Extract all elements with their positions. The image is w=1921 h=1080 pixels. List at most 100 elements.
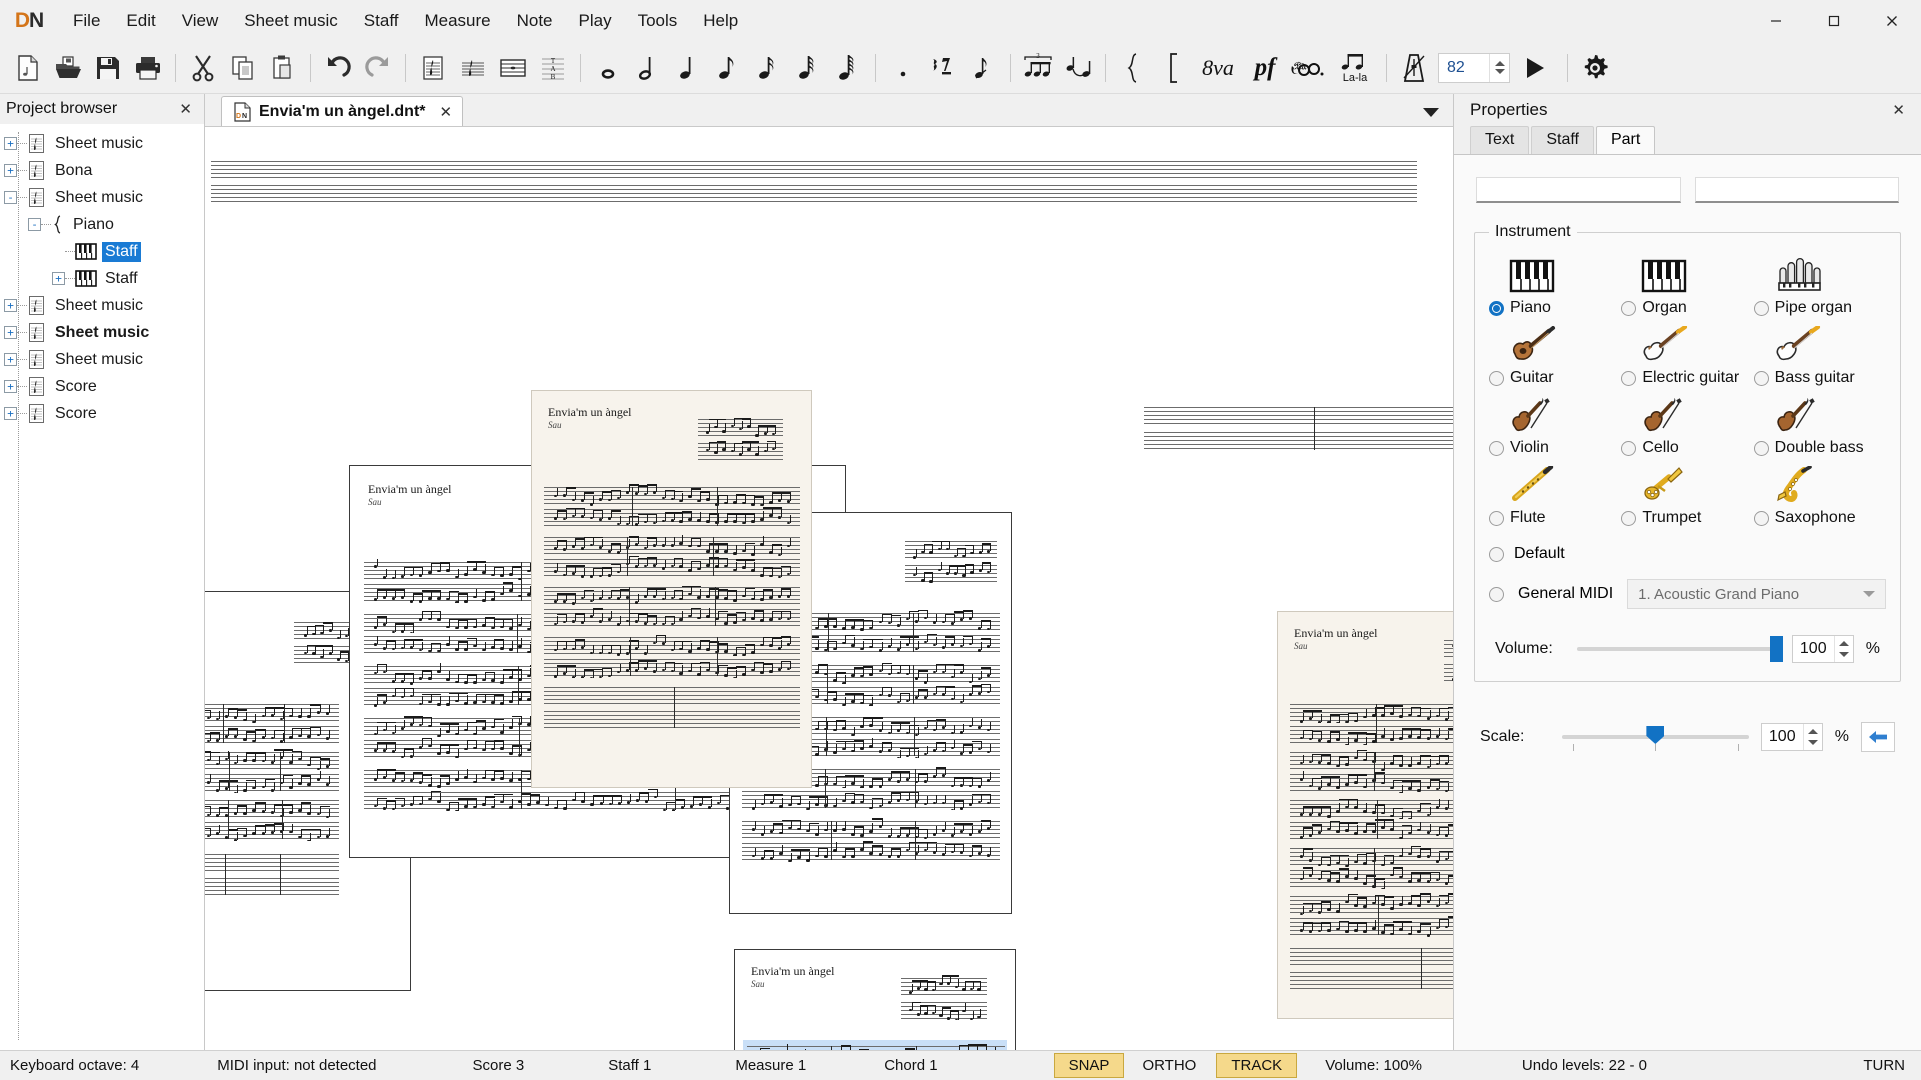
- tree-item-sheet-music-7[interactable]: + Sheet music: [0, 319, 204, 346]
- print-button[interactable]: [128, 47, 168, 89]
- radio-double-bass[interactable]: [1753, 440, 1769, 456]
- sixtyfourth-note-button[interactable]: [828, 47, 868, 89]
- whole-note-button[interactable]: [588, 47, 628, 89]
- score-page-excerpt[interactable]: [1124, 399, 1453, 459]
- collapse-icon[interactable]: -: [28, 218, 41, 231]
- instrument-option-saxophone[interactable]: Saxophone: [1753, 463, 1886, 527]
- tab-text[interactable]: Text: [1470, 126, 1530, 154]
- menu-file[interactable]: File: [60, 5, 113, 37]
- radio-trumpet[interactable]: [1621, 510, 1637, 526]
- instrument-option-flute[interactable]: Flute: [1489, 463, 1621, 527]
- quarter-note-button[interactable]: [668, 47, 708, 89]
- tempo-stepper[interactable]: [1489, 53, 1509, 82]
- expand-icon[interactable]: +: [4, 407, 17, 420]
- scale-decrease-icon[interactable]: [1807, 740, 1818, 745]
- tree-item-sheet-music-6[interactable]: + Sheet music: [0, 292, 204, 319]
- collapse-icon[interactable]: -: [4, 191, 17, 204]
- settings-button[interactable]: [1575, 47, 1615, 89]
- score-page-selected[interactable]: Envia'm un àngel Sau: [734, 949, 1016, 1050]
- radio-guitar[interactable]: [1489, 370, 1504, 386]
- instrument-option-bass-guitar[interactable]: Bass guitar: [1753, 323, 1886, 387]
- add-measure-button[interactable]: [493, 47, 533, 89]
- radio-pipe-organ[interactable]: [1753, 300, 1769, 316]
- volume-spinbox[interactable]: 100: [1791, 635, 1854, 663]
- dot-button[interactable]: [883, 47, 923, 89]
- rest-button[interactable]: [923, 47, 963, 89]
- scale-stepper[interactable]: [1802, 724, 1822, 750]
- instrument-option-cello[interactable]: Cello: [1621, 393, 1753, 457]
- redo-button[interactable]: [358, 47, 398, 89]
- chevron-down-icon[interactable]: [1863, 591, 1875, 597]
- radio-general-midi[interactable]: [1489, 586, 1504, 602]
- tempo-spinbox[interactable]: 82: [1438, 52, 1510, 83]
- volume-decrease-icon[interactable]: [1838, 652, 1849, 657]
- radio-electric-guitar[interactable]: [1621, 370, 1637, 386]
- ottava-button[interactable]: 8va: [1193, 47, 1243, 89]
- tempo-increase-icon[interactable]: [1494, 61, 1505, 66]
- instrument-option-pipe-organ[interactable]: Pipe organ: [1753, 253, 1886, 317]
- part-abbrev-field[interactable]: [1694, 177, 1899, 203]
- radio-default[interactable]: [1489, 546, 1504, 562]
- expand-icon[interactable]: +: [4, 164, 17, 177]
- menu-edit[interactable]: Edit: [113, 5, 168, 37]
- tree-item-sheet-music-0[interactable]: + Sheet music: [0, 130, 204, 157]
- document-tab-close-icon[interactable]: ✕: [434, 103, 453, 121]
- half-note-button[interactable]: [628, 47, 668, 89]
- score-page[interactable]: Envia'm un àngel Sau: [1277, 611, 1453, 1019]
- metronome-button[interactable]: [1394, 47, 1434, 89]
- tree-item-staff-4[interactable]: Staff: [0, 238, 204, 265]
- scale-slider-thumb[interactable]: [1646, 726, 1665, 744]
- expand-icon[interactable]: +: [4, 299, 17, 312]
- scale-spinbox[interactable]: 100: [1760, 723, 1823, 751]
- pedal-button[interactable]: 𝆮: [1287, 47, 1331, 89]
- tree-item-piano-3[interactable]: - Piano: [0, 211, 204, 238]
- tie-button[interactable]: [1058, 47, 1098, 89]
- add-tab-staff-button[interactable]: T A B: [533, 47, 573, 89]
- cut-button[interactable]: [183, 47, 223, 89]
- properties-close-icon[interactable]: ✕: [1888, 101, 1909, 119]
- default-instrument-row[interactable]: Default: [1489, 545, 1886, 563]
- status-snap-toggle[interactable]: SNAP: [1053, 1053, 1125, 1078]
- instrument-option-guitar[interactable]: Guitar: [1489, 323, 1621, 387]
- new-file-button[interactable]: [8, 47, 48, 89]
- tree-item-bona-1[interactable]: + Bona: [0, 157, 204, 184]
- scale-slider[interactable]: [1562, 726, 1749, 751]
- bracket-button[interactable]: [1153, 47, 1193, 89]
- radio-bass-guitar[interactable]: [1753, 370, 1769, 386]
- menu-measure[interactable]: Measure: [411, 5, 503, 37]
- scale-increase-icon[interactable]: [1807, 729, 1818, 734]
- radio-saxophone[interactable]: [1753, 510, 1769, 526]
- menu-staff[interactable]: Staff: [351, 5, 412, 37]
- score-page-active[interactable]: Envia'm un àngel Sau: [531, 390, 812, 788]
- sixteenth-note-button[interactable]: [748, 47, 788, 89]
- eighth-note-button[interactable]: [708, 47, 748, 89]
- part-name-field[interactable]: [1476, 177, 1681, 203]
- tempo-value[interactable]: 82: [1439, 54, 1489, 82]
- menu-tools[interactable]: Tools: [625, 5, 691, 37]
- expand-icon[interactable]: +: [4, 326, 17, 339]
- play-button[interactable]: [1510, 47, 1560, 89]
- score-page-ribbon[interactable]: [205, 151, 1427, 203]
- save-button[interactable]: [88, 47, 128, 89]
- expand-icon[interactable]: +: [4, 353, 17, 366]
- add-staff-button[interactable]: [453, 47, 493, 89]
- menu-note[interactable]: Note: [504, 5, 566, 37]
- document-tab[interactable]: D N Envia'm un àngel.dnt* ✕: [221, 96, 464, 126]
- menu-help[interactable]: Help: [690, 5, 751, 37]
- menu-view[interactable]: View: [169, 5, 232, 37]
- score-canvas[interactable]: gel Envia'm un àngelSau Envia'm un àngel…: [205, 126, 1453, 1050]
- radio-piano[interactable]: [1489, 300, 1504, 316]
- tree-item-score-9[interactable]: + Score: [0, 373, 204, 400]
- volume-slider[interactable]: [1577, 636, 1783, 662]
- brace-button[interactable]: [1113, 47, 1153, 89]
- tab-staff[interactable]: Staff: [1531, 126, 1594, 154]
- tree-item-sheet-music-2[interactable]: - Sheet music: [0, 184, 204, 211]
- tree-item-sheet-music-8[interactable]: + Sheet music: [0, 346, 204, 373]
- menu-sheet-music[interactable]: Sheet music: [231, 5, 351, 37]
- undo-button[interactable]: [318, 47, 358, 89]
- volume-slider-thumb[interactable]: [1769, 636, 1783, 662]
- instrument-option-piano[interactable]: Piano: [1489, 253, 1621, 317]
- general-midi-row[interactable]: General MIDI 1. Acoustic Grand Piano: [1489, 579, 1886, 609]
- volume-stepper[interactable]: [1833, 636, 1853, 662]
- radio-cello[interactable]: [1621, 440, 1637, 456]
